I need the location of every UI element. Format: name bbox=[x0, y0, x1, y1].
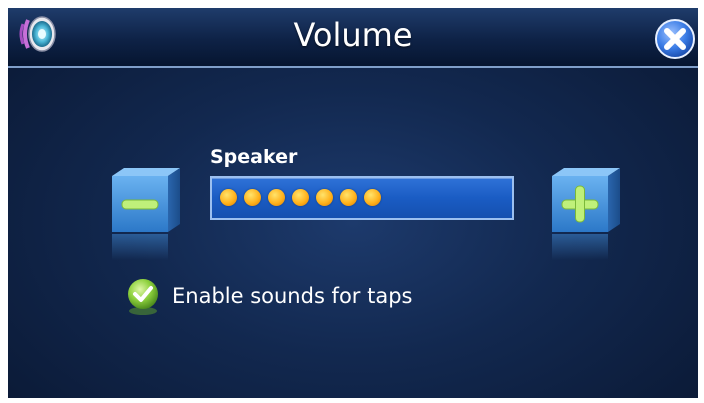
window-title: Volume bbox=[293, 16, 413, 54]
checkmark-icon bbox=[128, 279, 158, 315]
decrease-volume-button[interactable] bbox=[106, 164, 184, 264]
volume-level-dot bbox=[268, 189, 285, 206]
title-bar: Volume bbox=[8, 8, 698, 68]
increase-volume-button[interactable] bbox=[546, 164, 624, 264]
volume-screen: Volume Speaker Enable sounds for taps bbox=[8, 8, 698, 398]
tap-sounds-label: Enable sounds for taps bbox=[172, 284, 413, 308]
volume-level-dot bbox=[364, 189, 381, 206]
volume-level-dot bbox=[220, 189, 237, 206]
volume-level-dot bbox=[292, 189, 309, 206]
volume-level-dot bbox=[244, 189, 261, 206]
volume-level-dot bbox=[316, 189, 333, 206]
speaker-label: Speaker bbox=[210, 146, 298, 168]
volume-level-bar[interactable] bbox=[210, 176, 514, 220]
volume-level-dot bbox=[340, 189, 357, 206]
tap-sounds-checkbox[interactable]: Enable sounds for taps bbox=[122, 276, 413, 316]
minus-icon bbox=[121, 199, 159, 210]
close-icon[interactable] bbox=[654, 18, 696, 60]
